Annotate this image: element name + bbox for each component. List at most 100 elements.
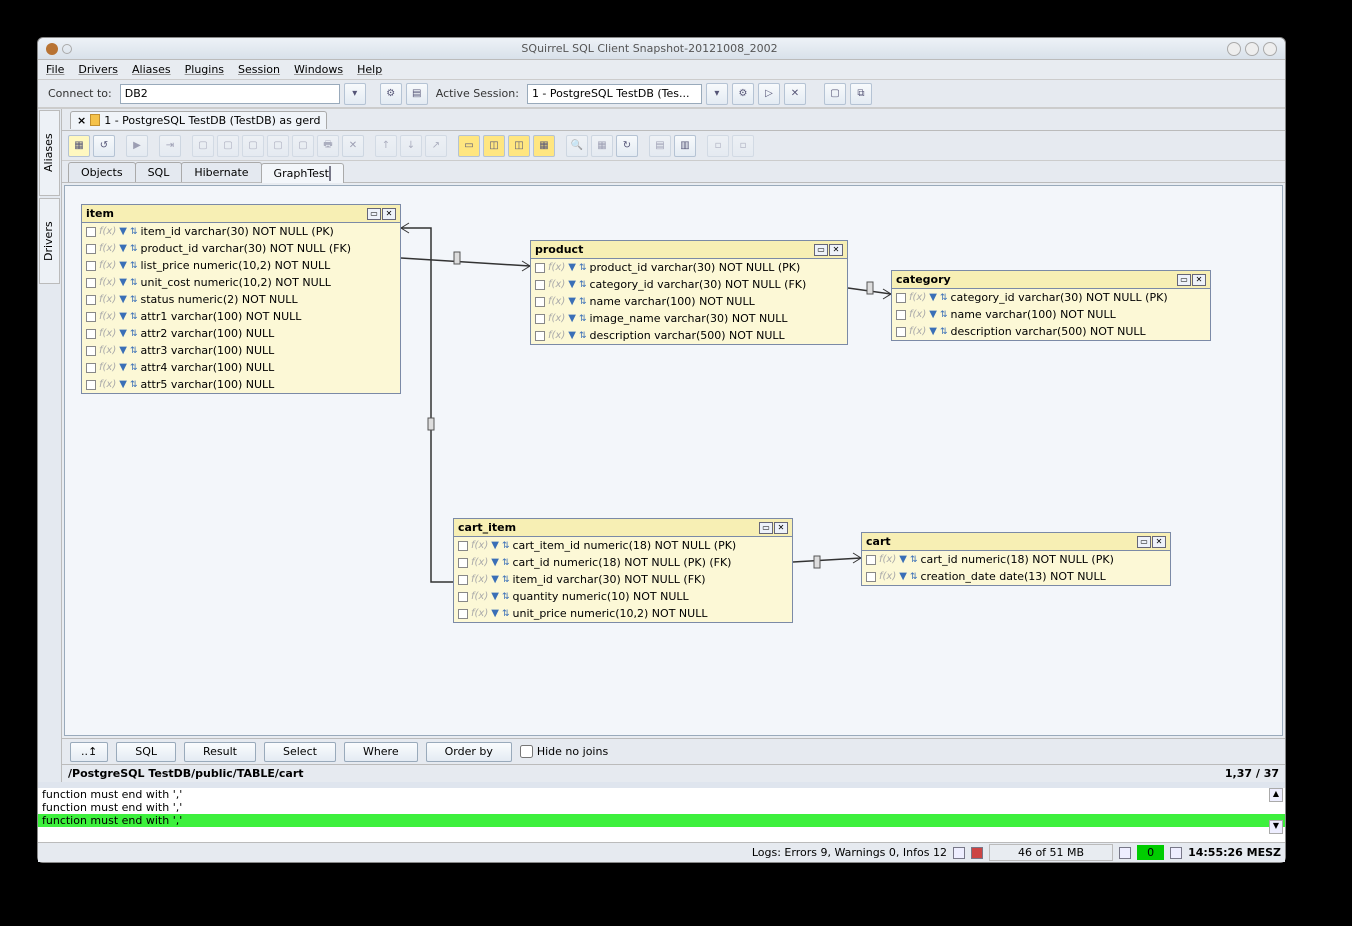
graph-canvas[interactable]: item▭✕f(x)▼⇅item_id varchar(30) NOT NULL… [65,186,1282,735]
sort-icon[interactable]: ⇅ [940,310,948,320]
tb-mark4-icon[interactable]: ▦ [533,135,555,157]
checkbox[interactable] [86,227,96,237]
error-icon[interactable] [971,847,983,859]
column[interactable]: f(x)▼⇅attr3 varchar(100) NULL [82,342,400,359]
filter-icon[interactable]: ▼ [491,608,499,619]
side-tab-aliases[interactable]: Aliases [39,110,60,196]
checkbox[interactable] [535,314,545,324]
filter-icon[interactable]: ▼ [119,226,127,237]
table-product[interactable]: product▭✕f(x)▼⇅product_id varchar(30) NO… [530,240,848,345]
window-new-icon[interactable]: ▢ [824,83,846,105]
column[interactable]: f(x)▼⇅item_id varchar(30) NOT NULL (FK) [454,571,792,588]
sort-icon[interactable]: ⇅ [579,331,587,341]
filter-icon[interactable]: ▼ [929,309,937,320]
tb-icon-1[interactable]: ▦ [68,135,90,157]
window-tile-icon[interactable]: ⧉ [850,83,872,105]
filter-icon[interactable]: ▼ [929,326,937,337]
result-button[interactable]: Result [184,742,256,762]
connect-icon[interactable]: ⚙ [380,83,402,105]
filter-icon[interactable]: ▼ [568,262,576,273]
trash-icon[interactable] [1170,847,1182,859]
column[interactable]: f(x)▼⇅quantity numeric(10) NOT NULL [454,588,792,605]
column[interactable]: f(x)▼⇅item_id varchar(30) NOT NULL (PK) [82,223,400,240]
status-logs[interactable]: Logs: Errors 9, Warnings 0, Infos 12 [752,846,947,859]
gc-icon[interactable] [1119,847,1131,859]
close-tab-icon[interactable]: × [77,114,86,127]
filter-icon[interactable]: ▼ [119,277,127,288]
scroll-up-icon[interactable]: ▲ [1269,788,1283,802]
checkbox[interactable] [86,295,96,305]
new-session-icon[interactable]: ▤ [406,83,428,105]
column[interactable]: f(x)▼⇅cart_item_id numeric(18) NOT NULL … [454,537,792,554]
gears-icon[interactable]: ⚙ [732,83,754,105]
tb-mark1-icon[interactable]: ▭ [458,135,480,157]
checkbox[interactable] [86,278,96,288]
column[interactable]: f(x)▼⇅description varchar(500) NOT NULL [531,327,847,344]
scroll-down-icon[interactable]: ▼ [1269,820,1283,834]
side-tab-drivers[interactable]: Drivers [39,198,60,284]
tb-nav-icon[interactable]: ⇥ [159,135,181,157]
sort-icon[interactable]: ⇅ [910,555,918,565]
tab-close-icon[interactable] [329,166,331,181]
tb-grid-icon[interactable]: ▦ [591,135,613,157]
tb-saveas-icon[interactable]: ▢ [267,135,289,157]
tb-open-icon[interactable]: ▢ [217,135,239,157]
table-min-icon[interactable]: ▭ [814,244,828,256]
tb-up-icon[interactable]: ↑ [375,135,397,157]
menu-plugins[interactable]: Plugins [185,63,224,76]
menu-drivers[interactable]: Drivers [78,63,118,76]
tb-out-icon[interactable]: ↗ [425,135,447,157]
window-control[interactable] [62,44,72,54]
filter-icon[interactable]: ▼ [119,311,127,322]
log-icon[interactable] [953,847,965,859]
maximize-button[interactable] [1245,42,1259,56]
tb-down-icon[interactable]: ↓ [400,135,422,157]
sql-button[interactable]: SQL [116,742,176,762]
tab-hibernate[interactable]: Hibernate [181,162,261,182]
filter-icon[interactable]: ▼ [491,574,499,585]
filter-icon[interactable]: ▼ [119,243,127,254]
checkbox[interactable] [458,558,468,568]
column[interactable]: f(x)▼⇅attr2 varchar(100) NULL [82,325,400,342]
checkbox[interactable] [896,327,906,337]
orderby-button[interactable]: Order by [426,742,512,762]
table-close-icon[interactable]: ✕ [829,244,843,256]
tb-icon-2[interactable]: ↺ [93,135,115,157]
filter-icon[interactable]: ▼ [119,294,127,305]
select-button[interactable]: Select [264,742,336,762]
checkbox[interactable] [86,380,96,390]
sort-icon[interactable]: ⇅ [130,295,138,305]
filter-icon[interactable]: ▼ [568,313,576,324]
hide-joins-checkbox[interactable]: Hide no joins [520,745,608,758]
column[interactable]: f(x)▼⇅creation_date date(13) NOT NULL [862,568,1170,585]
console[interactable]: function must end with ',' function must… [38,782,1285,842]
checkbox[interactable] [896,310,906,320]
titlebar[interactable]: SQuirreL SQL Client Snapshot-20121008_20… [38,38,1285,60]
filter-icon[interactable]: ▼ [119,260,127,271]
sort-icon[interactable]: ⇅ [502,575,510,585]
checkbox[interactable] [896,293,906,303]
close-button[interactable] [1263,42,1277,56]
column[interactable]: f(x)▼⇅unit_price numeric(10,2) NOT NULL [454,605,792,622]
column[interactable]: f(x)▼⇅category_id varchar(30) NOT NULL (… [531,276,847,293]
table-min-icon[interactable]: ▭ [367,208,381,220]
checkbox[interactable] [86,363,96,373]
sort-icon[interactable]: ⇅ [940,293,948,303]
sort-icon[interactable]: ⇅ [130,244,138,254]
tb-save-icon[interactable]: ▢ [242,135,264,157]
filter-icon[interactable]: ▼ [491,591,499,602]
tb-misc1-icon[interactable]: ▤ [649,135,671,157]
table-category[interactable]: category▭✕f(x)▼⇅category_id varchar(30) … [891,270,1211,341]
table-min-icon[interactable]: ▭ [759,522,773,534]
column[interactable]: f(x)▼⇅status numeric(2) NOT NULL [82,291,400,308]
sort-icon[interactable]: ⇅ [502,592,510,602]
checkbox[interactable] [86,329,96,339]
sort-icon[interactable]: ⇅ [130,227,138,237]
column[interactable]: f(x)▼⇅category_id varchar(30) NOT NULL (… [892,289,1210,306]
sort-icon[interactable]: ⇅ [130,346,138,356]
tb-misc4-icon[interactable]: ▫ [732,135,754,157]
column[interactable]: f(x)▼⇅attr4 varchar(100) NULL [82,359,400,376]
sort-icon[interactable]: ⇅ [940,327,948,337]
table-item[interactable]: item▭✕f(x)▼⇅item_id varchar(30) NOT NULL… [81,204,401,394]
sort-icon[interactable]: ⇅ [130,278,138,288]
